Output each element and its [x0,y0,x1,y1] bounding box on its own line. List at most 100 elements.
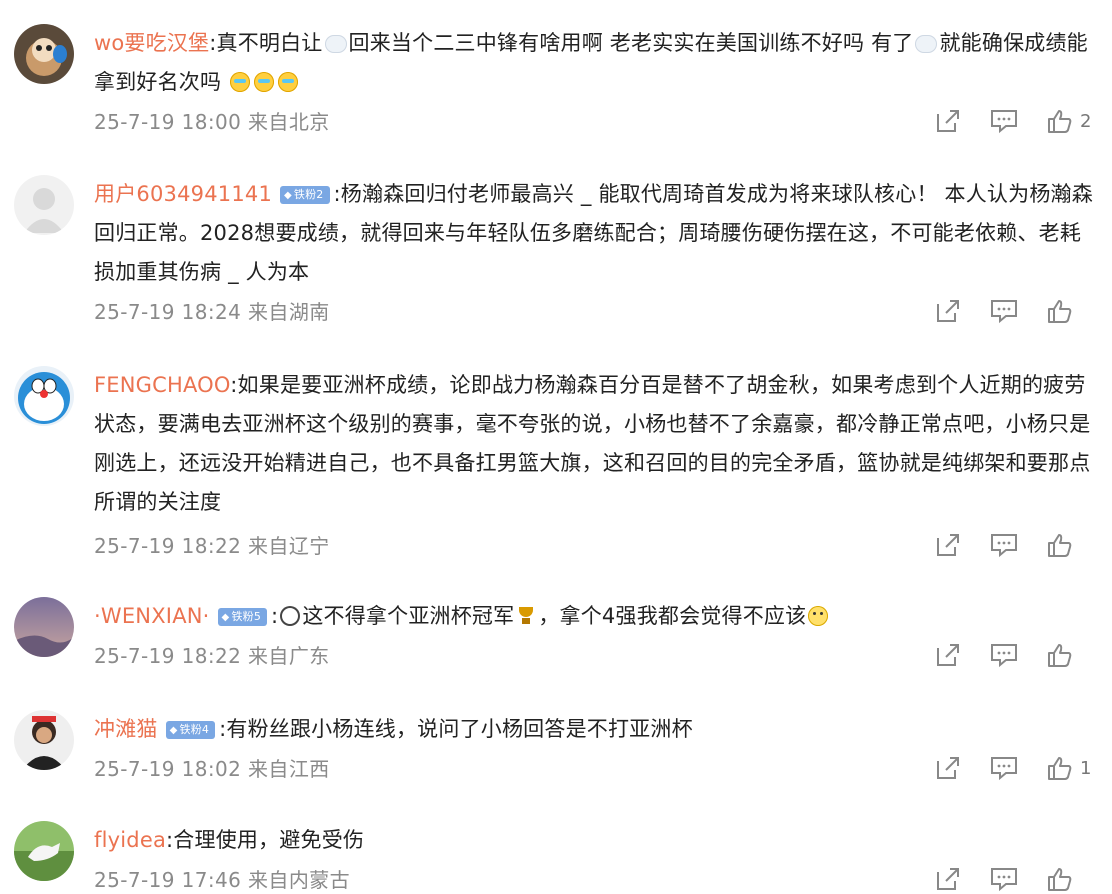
comment-actions: 2 [906,106,1094,136]
share-button[interactable] [934,297,962,325]
share-button[interactable] [934,865,962,893]
timestamp: 25-7-19 18:22 [94,644,242,668]
crying-emoji-icon [254,72,275,92]
comment-button[interactable] [990,107,1018,135]
fan-badge[interactable]: ◆ 铁粉4 [165,721,216,739]
share-icon [937,300,959,322]
comment-icon [991,757,1017,781]
comment-button[interactable] [990,754,1018,782]
avatar[interactable] [14,175,74,235]
comment-icon [991,644,1017,668]
share-button[interactable] [934,107,962,135]
comment-text: flyidea:合理使用，避免受伤 [94,821,1094,860]
comment-button[interactable] [990,865,1018,893]
diamond-icon: ◆ [284,190,292,201]
share-button[interactable] [934,531,962,559]
thumbs-up-icon [1048,300,1072,323]
thumbs-up-icon [1048,757,1072,780]
like-button[interactable] [1046,531,1074,559]
location: 来自湖南 [248,300,330,324]
username-link[interactable]: 冲滩猫 [94,717,158,741]
avatar[interactable] [14,710,74,770]
smile-emoji-icon [808,606,829,626]
comment-text: 用户6034941141 ◆ 铁粉2:杨瀚森回归付老师最高兴 _ 能取代周琦首发成为… [94,175,1094,292]
comment-button[interactable] [990,641,1018,669]
comment-actions [906,530,1094,560]
fan-badge-label: 铁粉2 [293,188,324,201]
like-button[interactable] [1046,297,1074,325]
timestamp: 25-7-19 18:00 [94,110,242,134]
avatar[interactable] [14,366,74,426]
comment-meta: 25-7-19 18:22 来自辽宁 [94,530,330,559]
fan-badge[interactable]: ◆ 铁粉2 [280,186,330,204]
thumbs-up-icon [1048,534,1072,557]
location: 来自辽宁 [248,534,330,558]
username-link[interactable]: flyidea [94,828,166,852]
comment-meta: 25-7-19 18:00 来自北京 [94,106,330,135]
avatar[interactable] [14,597,74,657]
comment-text: 冲滩猫 ◆ 铁粉4:有粉丝跟小杨连线，说问了小杨回答是不打亚洲杯 [94,710,1094,749]
location: 来自江西 [248,757,330,781]
comment-actions [906,640,1094,670]
comment-icon [991,534,1017,558]
timestamp: 25-7-19 17:46 [94,868,242,892]
comment-text: FENGCHAOO:如果是要亚洲杯成绩，论即战力杨瀚森百分百是替不了胡金秋，如果… [94,366,1094,522]
share-button[interactable] [934,754,962,782]
share-icon [937,757,959,779]
like-button[interactable] [1046,641,1074,669]
crying-emoji-icon [278,72,299,92]
timestamp: 25-7-19 18:24 [94,300,242,324]
crying-emoji-icon [230,72,251,92]
share-icon [937,110,959,132]
username-link[interactable]: 用户6034941141 [94,182,272,206]
share-button[interactable] [934,641,962,669]
fan-badge-label: 铁粉4 [179,723,210,736]
comment-text-part: :合理使用，避免受伤 [166,828,365,852]
fan-badge[interactable]: ◆ 铁粉5 [217,608,268,626]
comment-text: ·WENXIAN· ◆ 铁粉5: 这不得拿个亚洲杯冠军 ，拿个4强我都会觉得不应该 [94,597,1094,636]
like-button[interactable] [1046,107,1074,135]
diamond-icon: ◆ [169,725,178,736]
comment-text-part: :如果是要亚洲杯成绩，论即战力杨瀚森百分百是替不了胡金秋，如果考虑到个人近期的疲… [94,373,1091,514]
comment-button[interactable] [990,531,1018,559]
emoji-icon [324,35,347,53]
share-icon [937,644,959,666]
comment-text-part: 这不得拿个亚洲杯冠军 [302,604,515,628]
like-count: 2 [1080,110,1092,132]
share-icon [937,534,959,556]
avatar[interactable] [14,24,74,84]
comment-text-part: 回来当个二三中锋有啥用啊 老老实实在美国训练不好吗 有了 [348,31,914,55]
comment-text-part: :有粉丝跟小杨连线，说问了小杨回答是不打亚洲杯 [219,717,693,741]
comment-icon [991,868,1017,892]
avatar[interactable] [14,821,74,881]
timestamp: 25-7-19 18:22 [94,534,242,558]
fan-badge-label: 铁粉5 [231,610,262,623]
comment-text-part: ，拿个4强我都会觉得不应该 [538,604,807,628]
location: 来自内蒙古 [248,868,351,892]
like-button[interactable] [1046,865,1074,893]
timestamp: 25-7-19 18:02 [94,757,242,781]
like-count: 1 [1080,757,1092,779]
diamond-icon: ◆ [221,612,230,623]
comment-icon [991,300,1017,324]
username-link[interactable]: wo要吃汉堡 [94,31,209,55]
share-icon [937,868,959,890]
comment-text-part: : [271,604,279,628]
location: 来自北京 [248,110,330,134]
comment-meta: 25-7-19 18:24 来自湖南 [94,296,330,325]
comment-meta: 25-7-19 18:22 来自广东 [94,640,330,669]
trophy-emoji-icon [516,606,536,626]
username-link[interactable]: FENGCHAOO [94,373,230,397]
thumbs-up-icon [1048,868,1072,891]
thumbs-up-icon [1048,110,1072,133]
thumbs-up-icon [1048,644,1072,667]
comment-actions: 1 [906,753,1094,783]
location: 来自广东 [248,644,330,668]
username-link[interactable]: ·WENXIAN· [94,604,210,628]
comment-meta: 25-7-19 18:02 来自江西 [94,753,330,782]
comment-button[interactable] [990,297,1018,325]
comment-text: wo要吃汉堡:真不明白让 回来当个二三中锋有啥用啊 老老实实在美国训练不好吗 有了… [94,24,1094,102]
like-button[interactable] [1046,754,1074,782]
emoji-icon [915,35,938,53]
comment-icon [991,110,1017,134]
